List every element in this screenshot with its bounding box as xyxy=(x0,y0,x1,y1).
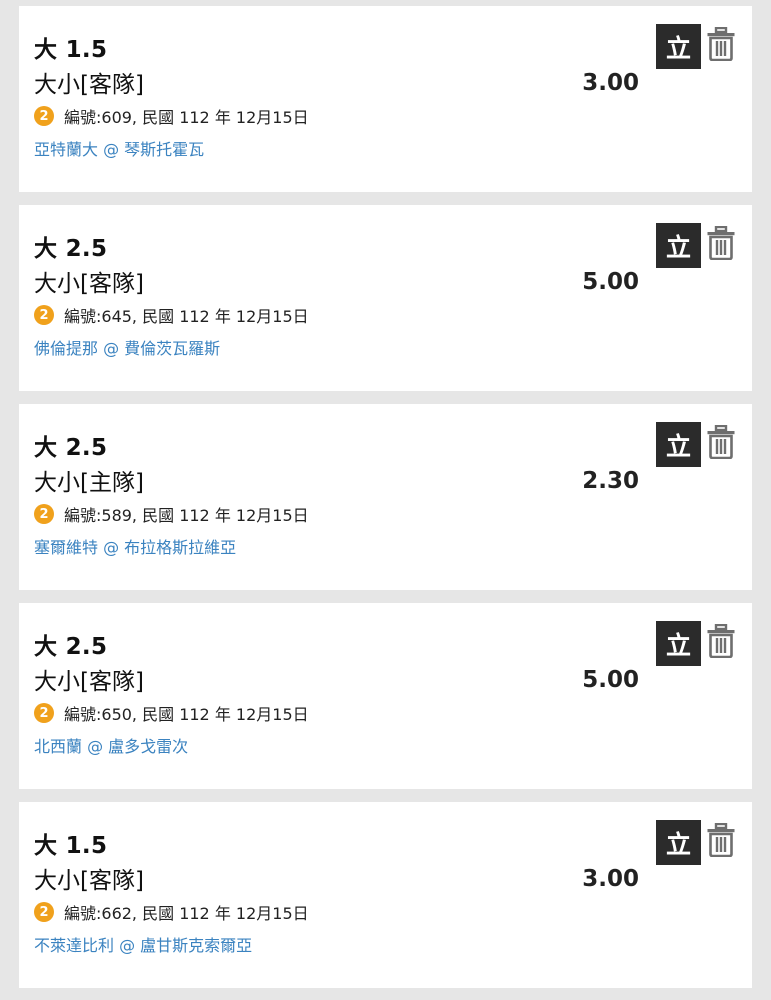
game-info-row: 2 編號:645, 民國 112 年 12月15日 xyxy=(34,304,309,326)
game-info-row: 2 編號:650, 民國 112 年 12月15日 xyxy=(34,702,309,724)
bet-slip-list: 大 1.5 大小[客隊] 2 編號:609, 民國 112 年 12月15日 亞… xyxy=(0,0,771,1000)
trash-icon xyxy=(707,823,735,857)
delete-button[interactable] xyxy=(704,225,738,261)
instant-bet-button[interactable]: 立 xyxy=(656,422,701,467)
bet-market: 大小[客隊] xyxy=(34,669,144,695)
bet-market: 大小[客隊] xyxy=(34,72,144,98)
instant-bet-button[interactable]: 立 xyxy=(656,820,701,865)
game-info: 編號:662, 民國 112 年 12月15日 xyxy=(64,904,309,923)
bet-odds: 3.00 xyxy=(582,70,639,96)
trash-icon xyxy=(707,226,735,260)
trash-icon xyxy=(707,425,735,459)
bet-market: 大小[主隊] xyxy=(34,470,144,496)
bet-selection: 大 2.5 xyxy=(34,435,108,461)
instant-bet-button[interactable]: 立 xyxy=(656,24,701,69)
game-info: 編號:589, 民國 112 年 12月15日 xyxy=(64,506,309,525)
game-count-badge: 2 xyxy=(34,703,54,723)
game-info: 編號:650, 民國 112 年 12月15日 xyxy=(64,705,309,724)
match-teams-link[interactable]: 佛倫提那 @ 費倫茨瓦羅斯 xyxy=(34,335,220,359)
game-count-badge: 2 xyxy=(34,106,54,126)
game-count-badge: 2 xyxy=(34,504,54,524)
bet-selection: 大 1.5 xyxy=(34,37,108,63)
bet-card: 大 2.5 大小[客隊] 2 編號:645, 民國 112 年 12月15日 佛… xyxy=(19,205,752,391)
bet-card: 大 1.5 大小[客隊] 2 編號:662, 民國 112 年 12月15日 不… xyxy=(19,802,752,988)
bet-odds: 5.00 xyxy=(582,269,639,295)
bet-card: 大 2.5 大小[主隊] 2 編號:589, 民國 112 年 12月15日 塞… xyxy=(19,404,752,590)
game-count-badge: 2 xyxy=(34,902,54,922)
match-teams-link[interactable]: 不萊達比利 @ 盧甘斯克索爾亞 xyxy=(34,932,252,956)
bet-odds: 5.00 xyxy=(582,667,639,693)
bet-selection: 大 2.5 xyxy=(34,634,108,660)
game-info-row: 2 編號:589, 民國 112 年 12月15日 xyxy=(34,503,309,525)
instant-bet-button[interactable]: 立 xyxy=(656,223,701,268)
bet-market: 大小[客隊] xyxy=(34,868,144,894)
game-info-row: 2 編號:609, 民國 112 年 12月15日 xyxy=(34,105,309,127)
bet-card: 大 1.5 大小[客隊] 2 編號:609, 民國 112 年 12月15日 亞… xyxy=(19,6,752,192)
bet-card: 大 2.5 大小[客隊] 2 編號:650, 民國 112 年 12月15日 北… xyxy=(19,603,752,789)
game-count-badge: 2 xyxy=(34,305,54,325)
game-info: 編號:645, 民國 112 年 12月15日 xyxy=(64,307,309,326)
delete-button[interactable] xyxy=(704,623,738,659)
game-info-row: 2 編號:662, 民國 112 年 12月15日 xyxy=(34,901,309,923)
delete-button[interactable] xyxy=(704,424,738,460)
trash-icon xyxy=(707,27,735,61)
trash-icon xyxy=(707,624,735,658)
instant-bet-button[interactable]: 立 xyxy=(656,621,701,666)
bet-market: 大小[客隊] xyxy=(34,271,144,297)
match-teams-link[interactable]: 北西蘭 @ 盧多戈雷次 xyxy=(34,733,188,757)
bet-selection: 大 1.5 xyxy=(34,833,108,859)
game-info: 編號:609, 民國 112 年 12月15日 xyxy=(64,108,309,127)
delete-button[interactable] xyxy=(704,26,738,62)
bet-selection: 大 2.5 xyxy=(34,236,108,262)
bet-odds: 2.30 xyxy=(582,468,639,494)
bet-odds: 3.00 xyxy=(582,866,639,892)
match-teams-link[interactable]: 塞爾維特 @ 布拉格斯拉維亞 xyxy=(34,534,236,558)
match-teams-link[interactable]: 亞特蘭大 @ 琴斯托霍瓦 xyxy=(34,136,204,160)
delete-button[interactable] xyxy=(704,822,738,858)
